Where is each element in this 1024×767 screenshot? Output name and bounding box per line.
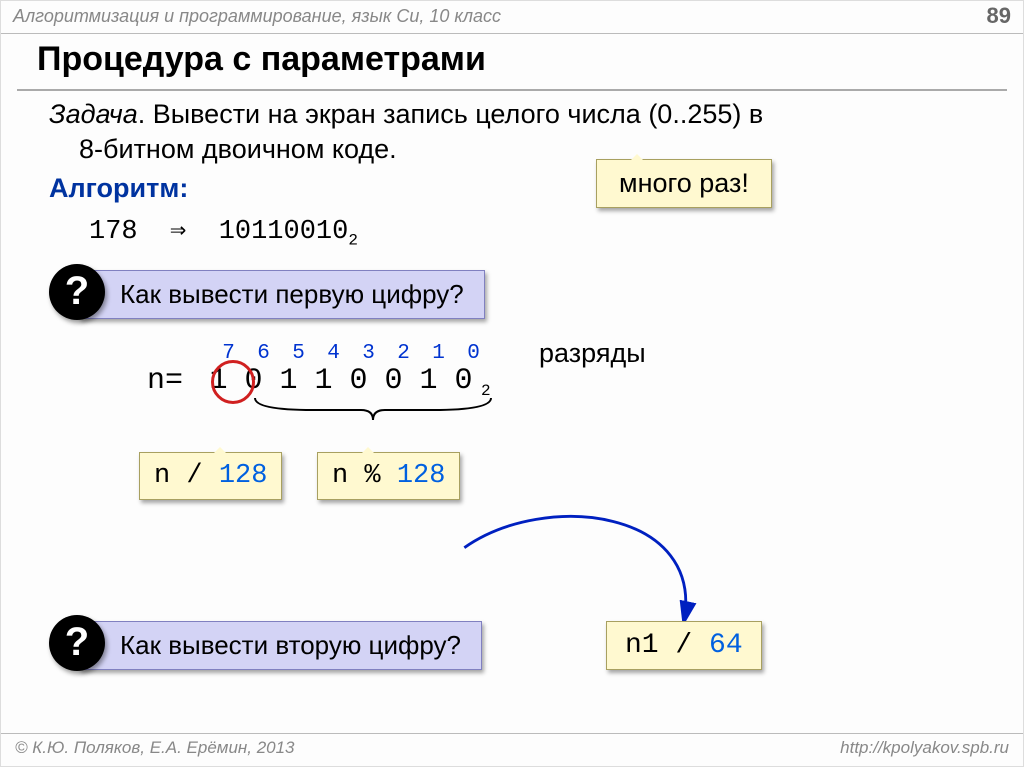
bit-indices: 76543210: [211, 342, 491, 365]
bit-idx: 5: [281, 342, 316, 365]
conversion-line: 178 ⇒ 101100102: [49, 204, 983, 261]
bit: 1: [411, 364, 446, 398]
algorithm-label: Алгоритм:: [49, 173, 983, 204]
n-equals-line: n= 101100102: [147, 364, 491, 400]
conversion-src: 178: [89, 217, 138, 247]
bit-idx: 3: [351, 342, 386, 365]
conversion-bin: 10110010: [219, 217, 349, 247]
arrow-icon: ⇒: [170, 217, 186, 247]
question-2: ? Как вывести вторую цифру?: [49, 619, 549, 671]
task-text: Задача. Вывести на экран запись целого ч…: [49, 97, 983, 167]
callout-many-times: много раз!: [596, 159, 772, 208]
question-1-text: Как вывести первую цифру?: [79, 270, 485, 319]
task-line1: . Вывести на экран запись целого числа (…: [138, 99, 764, 129]
bit-idx: 0: [456, 342, 491, 365]
n-prefix: n=: [147, 364, 183, 398]
bit: 1: [306, 364, 341, 398]
highlight-circle-icon: [211, 360, 255, 404]
bit: 1: [271, 364, 306, 398]
code-text: n %: [332, 461, 397, 491]
code-text: n1 /: [625, 630, 709, 661]
bit-idx: 2: [386, 342, 421, 365]
conversion-sub: 2: [348, 232, 358, 250]
bit: 0: [446, 364, 481, 398]
code-box-mod: n % 128: [317, 452, 460, 500]
task-line2: 8-битном двоичном коде.: [79, 134, 397, 164]
footer-copyright: © К.Ю. Поляков, Е.А. Ерёмин, 2013: [15, 738, 295, 758]
brace-icon: [253, 396, 493, 422]
slide-title: Процедура с параметрами: [1, 34, 1023, 89]
code-number: 128: [219, 461, 268, 491]
code-number: 64: [709, 630, 743, 661]
question-1: ? Как вывести первую цифру?: [49, 268, 983, 320]
footer-url: http://kpolyakov.spb.ru: [840, 738, 1009, 758]
bit-idx: 4: [316, 342, 351, 365]
bit: 0: [376, 364, 411, 398]
code-box-div: n / 128: [139, 452, 282, 500]
task-label: Задача: [49, 99, 138, 129]
bit-idx: 6: [246, 342, 281, 365]
bit: 0: [341, 364, 376, 398]
slide: Алгоритмизация и программирование, язык …: [0, 0, 1024, 767]
answer-box: n1 / 64: [606, 621, 762, 670]
question-mark-icon: ?: [49, 264, 105, 320]
code-text: n /: [154, 461, 219, 491]
bit-idx: 1: [421, 342, 456, 365]
course-title: Алгоритмизация и программирование, язык …: [13, 6, 501, 27]
page-number: 89: [987, 3, 1011, 29]
bit-diagram: 76543210 разряды n= 101100102 n / 128 n …: [119, 342, 983, 542]
question-2-text: Как вывести вторую цифру?: [79, 621, 482, 670]
code-number: 128: [397, 461, 446, 491]
footer: © К.Ю. Поляков, Е.А. Ерёмин, 2013 http:/…: [1, 733, 1023, 766]
topbar: Алгоритмизация и программирование, язык …: [1, 1, 1023, 29]
question-mark-icon: ?: [49, 615, 105, 671]
bits-label: разряды: [539, 338, 646, 369]
